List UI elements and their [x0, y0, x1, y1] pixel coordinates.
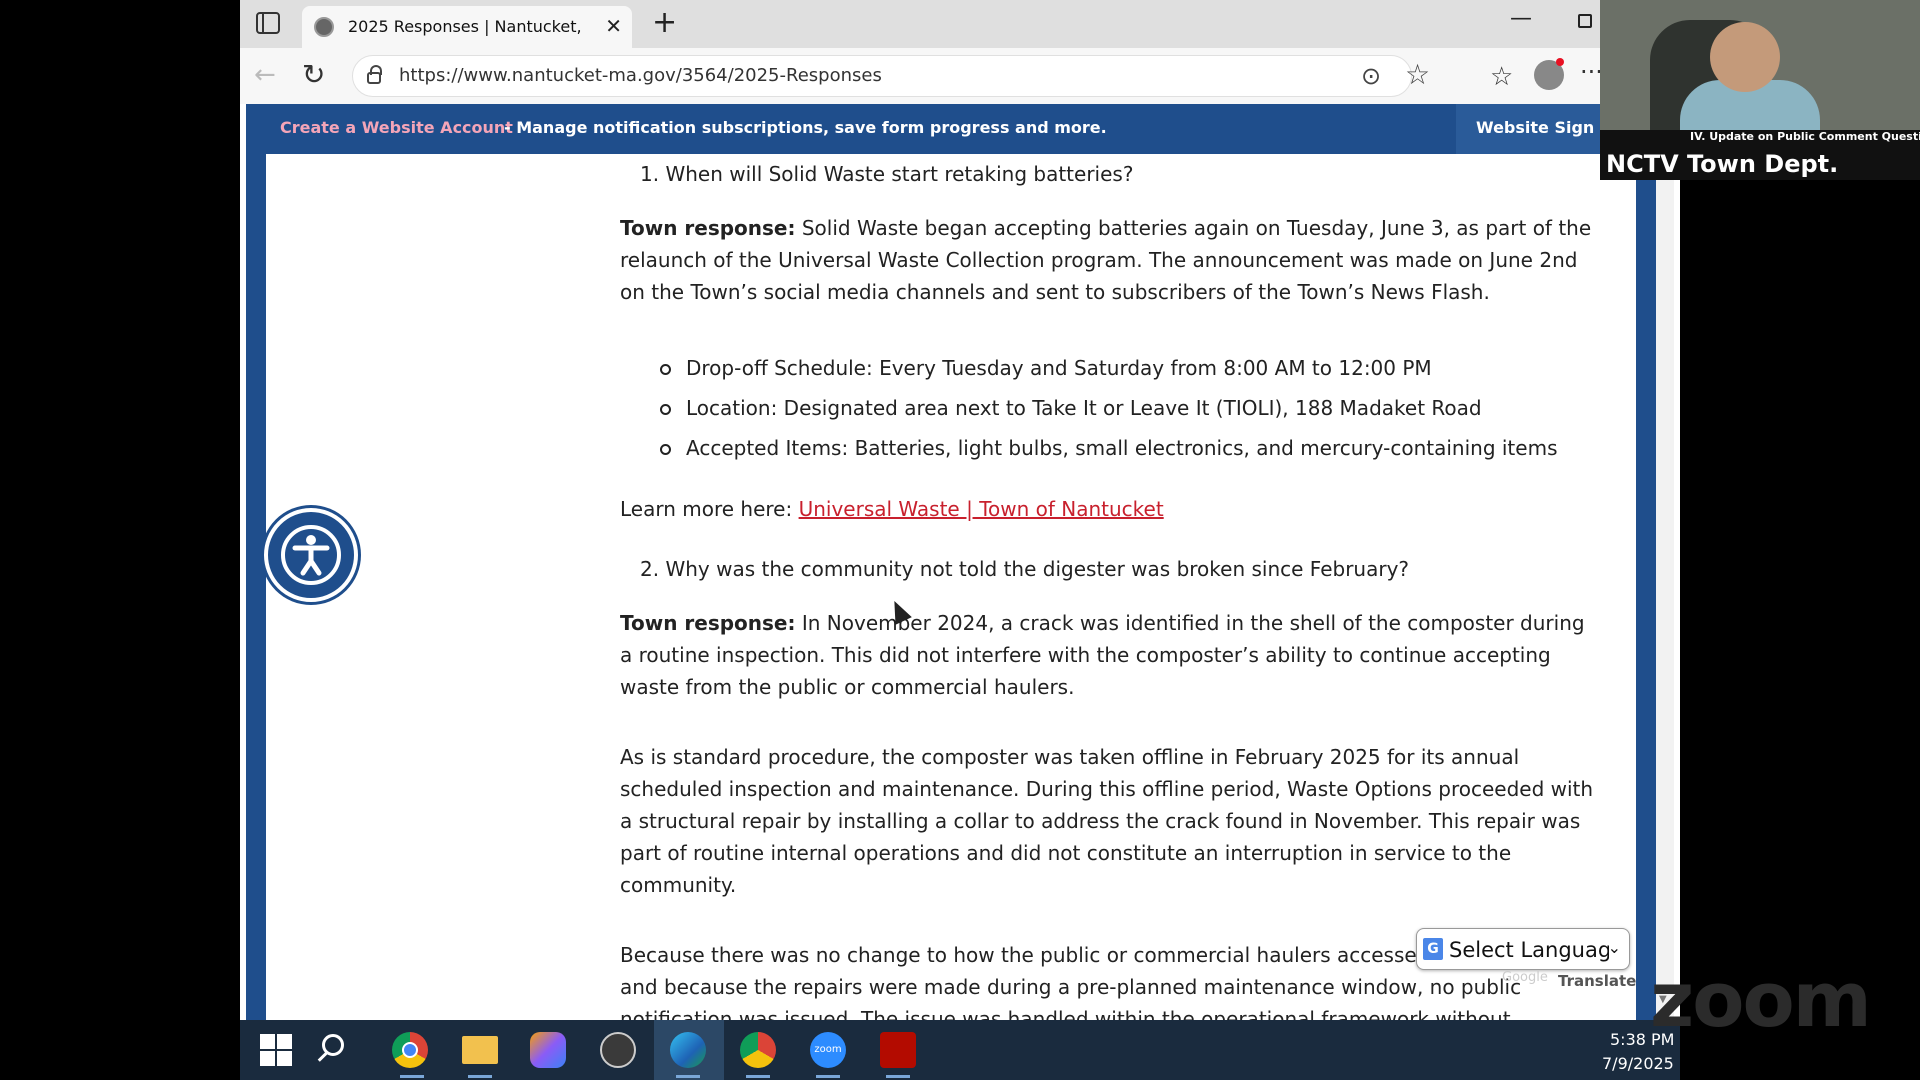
create-account-desc: - Manage notification subscriptions, sav…: [504, 118, 1107, 137]
zoom-icon[interactable]: zoom: [810, 1032, 846, 1068]
sign-in-label: Website Sign In: [1476, 118, 1618, 137]
address-bar[interactable]: https://www.nantucket-ma.gov/3564/2025-R…: [352, 55, 1430, 97]
chrome-profile-icon[interactable]: [740, 1032, 776, 1068]
translate-label[interactable]: Translate: [1558, 972, 1636, 990]
reader-icon[interactable]: ⊙: [1361, 62, 1381, 90]
running-indicator: [400, 1075, 424, 1078]
response-label: Town response:: [620, 216, 796, 240]
edge-icon[interactable]: [670, 1032, 706, 1068]
account-banner: Create a Website Account - Manage notifi…: [246, 104, 1656, 154]
learn-more: Learn more here: Universal Waste | Town …: [620, 497, 1164, 521]
reload-icon[interactable]: ↻: [302, 58, 325, 91]
paragraph-3: As is standard procedure, the composter …: [620, 745, 1594, 897]
minimize-icon[interactable]: —: [1510, 6, 1532, 31]
clock-date[interactable]: 7/9/2025: [1602, 1054, 1674, 1073]
answer-2: Town response: In November 2024, a crack…: [620, 607, 1594, 703]
url-text[interactable]: https://www.nantucket-ma.gov/3564/2025-R…: [399, 65, 882, 86]
google-label: Google: [1502, 970, 1548, 985]
star-icon[interactable]: ☆: [1405, 58, 1430, 91]
lower-third-title: NCTV Town Dept.: [1606, 150, 1839, 178]
response-label: Town response:: [620, 611, 796, 635]
chevron-down-icon: ⌄: [1607, 938, 1621, 957]
restore-icon[interactable]: [1578, 14, 1592, 28]
language-select-value: Select Language: [1449, 938, 1609, 962]
running-indicator: [676, 1075, 700, 1078]
language-select[interactable]: G Select Language ⌄: [1416, 928, 1630, 970]
chrome-icon[interactable]: [392, 1032, 428, 1068]
lower-third-subtitle: IV. Update on Public Comment Questions: [1690, 130, 1920, 143]
running-indicator: [746, 1075, 770, 1078]
favicon-icon: [314, 17, 334, 37]
scrollbar[interactable]: [1656, 152, 1674, 1020]
tab-title: 2025 Responses | Nantucket, MA: [348, 17, 588, 36]
acrobat-icon[interactable]: [880, 1032, 916, 1068]
universal-waste-link[interactable]: Universal Waste | Town of Nantucket: [799, 497, 1164, 521]
browser-toolbar: ← ↻ https://www.nantucket-ma.gov/3564/20…: [240, 48, 1680, 104]
taskbar: zoom: [240, 1020, 1680, 1080]
list-item: Accepted Items: Batteries, light bulbs, …: [660, 428, 1557, 468]
tabs-icon[interactable]: [256, 12, 280, 34]
list-item: Drop-off Schedule: Every Tuesday and Sat…: [660, 348, 1557, 388]
zoom-watermark: zoom: [1650, 955, 1872, 1044]
copilot-icon[interactable]: [530, 1032, 566, 1068]
browser-window: 2025 Responses | Nantucket, MA ✕ + — ← ↻…: [240, 0, 1680, 1080]
question-2: 2. Why was the community not told the di…: [640, 557, 1410, 581]
zoom-video-feed: IV. Update on Public Comment Questions N…: [1600, 0, 1920, 180]
windows-start-icon[interactable]: [260, 1032, 296, 1068]
running-indicator: [816, 1075, 840, 1078]
back-icon[interactable]: ←: [254, 60, 276, 90]
lock-icon[interactable]: [367, 65, 382, 84]
video-person-head: [1710, 22, 1780, 92]
favorites-icon[interactable]: ☆: [1490, 62, 1513, 92]
learn-more-label: Learn more here:: [620, 497, 799, 521]
close-icon[interactable]: ✕: [605, 14, 622, 38]
running-indicator: [468, 1075, 492, 1078]
page-frame-left: [246, 104, 266, 1020]
list-item: Location: Designated area next to Take I…: [660, 388, 1557, 428]
main-content: 1. When will Solid Waste start retaking …: [266, 154, 1636, 1020]
accessibility-button[interactable]: [264, 508, 358, 602]
tab-bar: 2025 Responses | Nantucket, MA ✕ + —: [240, 0, 1680, 48]
create-account-link[interactable]: Create a Website Account: [280, 118, 513, 137]
google-translate-icon: G: [1423, 938, 1443, 960]
tab-2025-responses[interactable]: 2025 Responses | Nantucket, MA ✕: [302, 6, 632, 48]
running-indicator: [886, 1075, 910, 1078]
answer-1: Town response: Solid Waste began accepti…: [620, 212, 1594, 308]
plus-icon[interactable]: +: [652, 6, 677, 40]
file-explorer-icon[interactable]: [462, 1036, 498, 1064]
question-1: 1. When will Solid Waste start retaking …: [640, 162, 1134, 186]
accessibility-icon: [281, 525, 341, 585]
obs-icon[interactable]: [600, 1032, 636, 1068]
search-icon[interactable]: [322, 1034, 344, 1056]
page-frame-right: [1636, 104, 1656, 1020]
battery-details-list: Drop-off Schedule: Every Tuesday and Sat…: [660, 348, 1557, 468]
web-page: ▲ ▼ Create a Website Account - Manage no…: [246, 104, 1674, 1020]
notification-dot: [1556, 58, 1564, 66]
